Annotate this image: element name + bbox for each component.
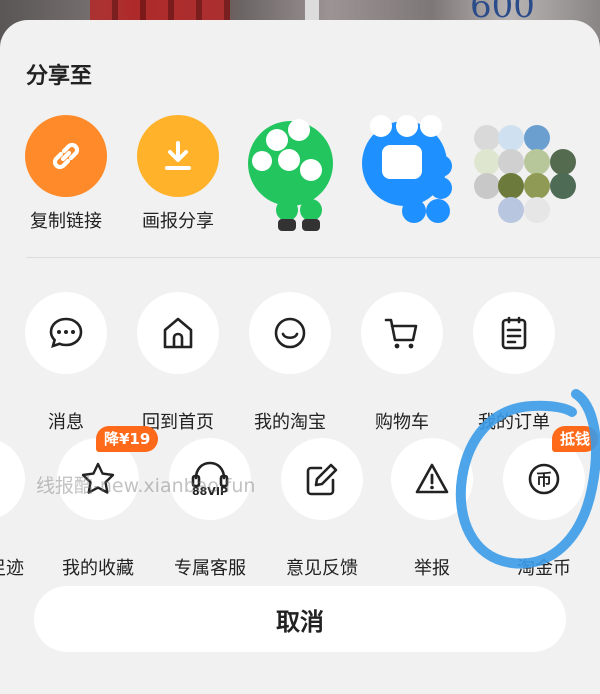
smile-icon[interactable] xyxy=(249,292,331,374)
app-icon-pixelated[interactable] xyxy=(474,125,584,235)
func-label: 我的淘宝 xyxy=(254,412,326,433)
background-bottles xyxy=(90,0,230,22)
price-drop-badge: 降¥19 xyxy=(96,426,159,452)
func-label: 举报 xyxy=(414,558,450,579)
sheet-title: 分享至 xyxy=(26,64,93,89)
edit-icon[interactable] xyxy=(281,438,363,520)
chat-bubble-icon[interactable] xyxy=(25,292,107,374)
watermark-text: 线报酷-new.xianbao.fun xyxy=(36,475,256,497)
share-label: 复制链接 xyxy=(30,211,102,232)
order-list-icon[interactable] xyxy=(473,292,555,374)
share-sheet: 分享至 复制链接 画报分享 消息 回到首页 我的淘宝 购物车 我的订单 迹 降¥… xyxy=(0,20,600,694)
discount-badge: 抵钱 xyxy=(552,426,599,452)
home-icon[interactable] xyxy=(137,292,219,374)
section-divider xyxy=(26,257,600,258)
qq-app-icon-pixelated[interactable] xyxy=(360,115,460,235)
footprint-icon[interactable] xyxy=(0,438,25,520)
func-label: 我的订单 xyxy=(478,412,550,433)
link-icon[interactable] xyxy=(25,115,107,197)
func-label: 购物车 xyxy=(375,412,429,433)
func-label: 专属客服 xyxy=(174,558,246,579)
cancel-button[interactable]: 取消 xyxy=(34,586,566,652)
func-label: 意见反馈 xyxy=(286,558,358,579)
coin-icon-text: 币 xyxy=(536,470,552,489)
background-tube xyxy=(305,0,319,22)
warning-icon[interactable] xyxy=(391,438,473,520)
func-label: 我的收藏 xyxy=(62,558,134,579)
func-label: 足迹 xyxy=(0,558,24,579)
func-label: 淘金币 xyxy=(517,558,571,579)
wechat-app-icon-pixelated[interactable] xyxy=(248,115,348,235)
cart-icon[interactable] xyxy=(361,292,443,374)
share-label: 画报分享 xyxy=(142,211,214,232)
download-icon[interactable] xyxy=(137,115,219,197)
